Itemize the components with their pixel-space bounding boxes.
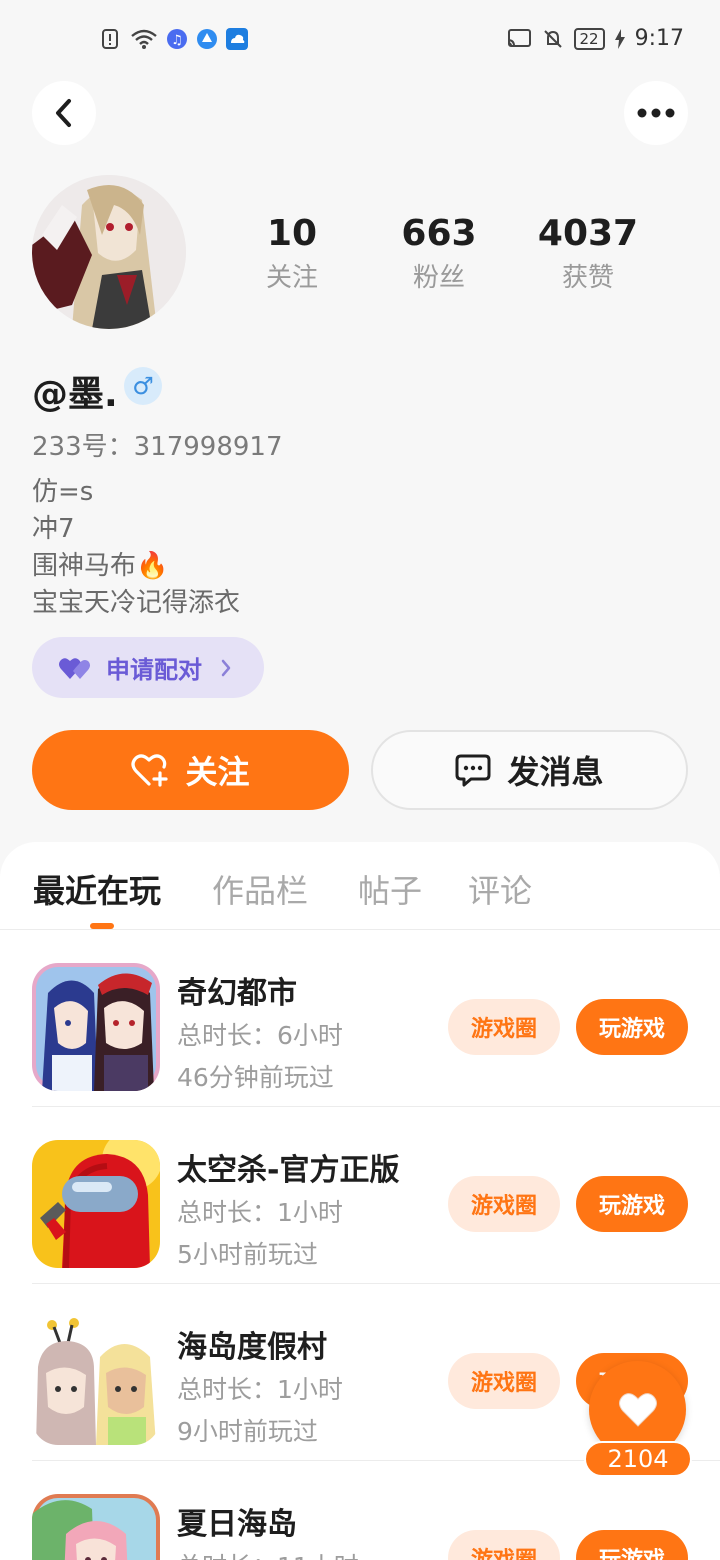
bio-line: 围神马布🔥 (32, 551, 169, 581)
game-last-played: 9小时前玩过 (177, 1417, 318, 1446)
notification-icon (102, 29, 118, 49)
game-last-played: 46分钟前玩过 (177, 1063, 334, 1092)
tab-recently-played[interactable]: 最近在玩 (33, 866, 161, 912)
game-title: 奇幻都市 (177, 976, 297, 1011)
game-row[interactable]: 太空杀-官方正版 总时长：1小时 5小时前玩过 游戏圈 玩游戏 (0, 1107, 720, 1284)
heart-icon (618, 1392, 657, 1427)
game-title: 夏日海岛 (177, 1507, 297, 1542)
game-duration: 总时长：1小时 (177, 1375, 343, 1404)
send-message-button[interactable]: 发消息 (371, 730, 688, 810)
avatar-image (32, 175, 186, 329)
stat-likes[interactable]: 4037 获赞 (518, 212, 658, 300)
bio-line: 冲7 (32, 514, 75, 544)
chevron-left-icon (56, 99, 71, 127)
following-label: 关注 (265, 263, 318, 293)
status-bar: ♫ 22 9:17 (0, 0, 720, 84)
cast-icon (507, 28, 531, 47)
chevron-right-icon (221, 659, 231, 676)
game-title: 太空杀-官方正版 (177, 1153, 400, 1188)
svg-text:♫: ♫ (171, 33, 183, 48)
status-icons-left: ♫ (100, 28, 248, 50)
game-duration: 总时长：11小时 (177, 1547, 359, 1560)
game-last-played: 5小时前玩过 (177, 1240, 318, 1269)
game-duration: 总时长：6小时 (177, 1021, 343, 1050)
chat-bubble-icon (455, 754, 491, 787)
game-icon (32, 1140, 160, 1268)
clock: 9:17 (634, 26, 684, 51)
avatar[interactable] (32, 175, 186, 329)
cloud-app-icon (226, 28, 248, 50)
username: @墨. (32, 374, 118, 415)
game-title: 海岛度假村 (177, 1330, 327, 1365)
game-row[interactable]: 奇幻都市 总时长：6小时 46分钟前玩过 游戏圈 玩游戏 (0, 930, 720, 1107)
heart-plus-icon (131, 754, 169, 787)
game-icon (32, 1317, 160, 1445)
followers-label: 粉丝 (412, 263, 465, 293)
mute-icon (543, 29, 562, 48)
game-circle-button[interactable]: 游戏圈 (448, 1353, 560, 1409)
music-app-icon: ♫ (167, 29, 187, 49)
follow-button[interactable]: 关注 (32, 730, 349, 810)
charging-icon (614, 28, 625, 49)
apply-pair-button[interactable]: 申请配对 (32, 637, 264, 698)
stat-followers[interactable]: 663 粉丝 (369, 212, 509, 300)
browser-app-icon (197, 29, 217, 49)
apply-pair-label: 申请配对 (106, 656, 202, 684)
stat-following[interactable]: 10 关注 (222, 212, 362, 300)
male-gender-icon: ♂ (124, 367, 162, 405)
back-button[interactable] (32, 81, 96, 145)
more-dots-icon (637, 108, 675, 118)
tab-works[interactable]: 作品栏 (212, 866, 308, 912)
wifi-icon (131, 29, 157, 49)
game-duration: 总时长：1小时 (177, 1198, 343, 1227)
bio: 仿=s 冲7 围神马布🔥 宝宝天冷记得添衣 (32, 474, 240, 622)
battery-icon: 22 (573, 27, 605, 50)
likes-count: 4037 (537, 213, 639, 254)
game-circle-button[interactable]: 游戏圈 (448, 1530, 560, 1560)
like-count: 2104 (584, 1441, 692, 1477)
play-game-button[interactable]: 玩游戏 (576, 999, 688, 1055)
game-circle-button[interactable]: 游戏圈 (448, 999, 560, 1055)
status-icons-right: 22 9:17 (506, 26, 684, 51)
more-options-button[interactable] (624, 81, 688, 145)
game-circle-button[interactable]: 游戏圈 (448, 1176, 560, 1232)
play-game-button[interactable]: 玩游戏 (576, 1176, 688, 1232)
game-icon (32, 963, 160, 1091)
follow-label: 关注 (185, 753, 250, 791)
double-heart-icon (59, 657, 90, 679)
likes-label: 获赞 (561, 263, 614, 293)
send-message-label: 发消息 (507, 753, 604, 791)
followers-count: 663 (401, 213, 477, 254)
tab-bar: 最近在玩 作品栏 帖子 评论 (0, 842, 720, 930)
game-icon (32, 1494, 160, 1560)
tab-posts[interactable]: 帖子 (358, 866, 422, 912)
bio-line: 仿=s (32, 477, 94, 507)
tab-comments[interactable]: 评论 (468, 866, 532, 912)
bio-line: 宝宝天冷记得添衣 (32, 588, 241, 618)
user-id: 233号：317998917 (32, 432, 283, 462)
active-tab-indicator (90, 923, 114, 929)
following-count: 10 (266, 213, 318, 254)
play-game-button[interactable]: 玩游戏 (576, 1530, 688, 1560)
